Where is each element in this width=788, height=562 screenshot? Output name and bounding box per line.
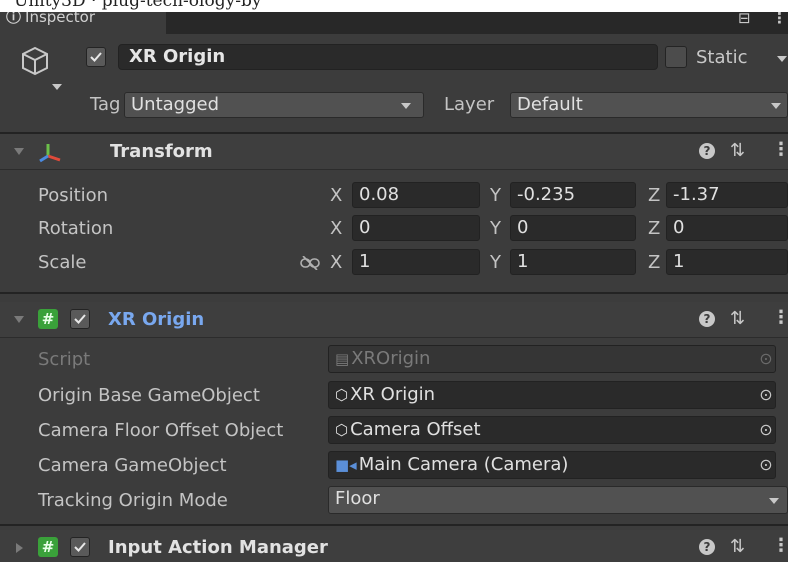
origin-base-picker-icon[interactable]: ⊙ — [756, 381, 776, 409]
presets-icon[interactable]: ⇅ — [730, 308, 745, 329]
transform-title: Transform — [110, 141, 213, 162]
camera-gameobject-label: Camera GameObject — [38, 455, 227, 476]
position-z-field[interactable]: -1.37 — [666, 182, 788, 208]
icon-dropdown-arrow-icon[interactable] — [52, 84, 62, 90]
input-action-manager-header[interactable]: # Input Action Manager ? ⇅ ⋮ — [0, 530, 788, 562]
tag-label: Tag — [90, 94, 121, 115]
xr-origin-divider — [0, 524, 788, 526]
help-icon[interactable]: ? — [699, 539, 715, 555]
camera-gameobject-picker-icon[interactable]: ⊙ — [756, 451, 776, 479]
script-value: XROrigin — [351, 348, 431, 369]
help-icon[interactable]: ? — [699, 311, 715, 327]
info-icon: ⓘ — [6, 12, 22, 26]
xr-origin-foldout-arrow-icon[interactable] — [14, 316, 24, 323]
tracking-origin-mode-dropdown[interactable]: Floor — [328, 486, 788, 514]
position-x-field[interactable]: 0.08 — [352, 182, 480, 208]
camera-floor-offset-picker-icon[interactable]: ⊙ — [756, 416, 776, 444]
position-label: Position — [38, 185, 109, 206]
clipped-header-text: Unity3D · plug-tech-ology-by — [14, 0, 262, 11]
gameobject-cube-icon — [22, 46, 48, 76]
static-checkbox[interactable] — [665, 46, 687, 68]
scale-y-field[interactable]: 1 — [510, 249, 636, 275]
input-action-manager-enabled-checkbox[interactable] — [70, 537, 90, 557]
transform-header[interactable]: Transform ? ⇅ ⋮ — [0, 134, 788, 170]
position-x-axis-label[interactable]: X — [330, 185, 342, 206]
layer-dropdown[interactable]: Default — [510, 92, 788, 118]
script-label: Script — [38, 349, 91, 370]
layer-dropdown-value: Default — [517, 94, 583, 115]
layer-dropdown-arrow-icon — [771, 103, 781, 109]
static-label: Static — [696, 47, 748, 68]
checkmark-icon — [74, 542, 86, 552]
clipped-page-header: Unity3D · plug-tech-ology-by — [0, 0, 788, 12]
gameobject-header: XR Origin Static Tag Untagged Layer Defa… — [0, 34, 788, 132]
tracking-dropdown-arrow-icon — [769, 498, 779, 504]
transform-foldout-arrow-icon[interactable] — [14, 148, 24, 155]
tag-dropdown-arrow-icon — [401, 103, 411, 109]
presets-icon[interactable]: ⇅ — [730, 536, 745, 557]
xr-origin-component-header[interactable]: # XR Origin ? ⇅ ⋮ — [0, 302, 788, 338]
input-action-manager-title: Input Action Manager — [108, 537, 328, 558]
camera-icon: ■◂ — [335, 456, 357, 474]
scale-label: Scale — [38, 252, 87, 273]
gameobject-name-field[interactable]: XR Origin — [118, 44, 658, 70]
lock-icon[interactable]: ⊟ — [738, 9, 751, 27]
position-y-field[interactable]: -0.235 — [510, 182, 636, 208]
unlinked-scale-icon[interactable] — [300, 256, 320, 270]
origin-base-gameobject-value: XR Origin — [350, 384, 436, 405]
origin-base-gameobject-field[interactable]: ⬡ XR Origin — [328, 381, 776, 409]
xr-origin-component-title: XR Origin — [108, 309, 205, 330]
inspector-panel: XR Origin Static Tag Untagged Layer Defa… — [0, 34, 788, 562]
camera-floor-offset-object-label: Camera Floor Offset Object — [38, 420, 284, 441]
script-object-field: ▤ XROrigin — [328, 345, 776, 373]
position-z-axis-label[interactable]: Z — [648, 185, 660, 206]
rotation-y-field[interactable]: 0 — [510, 215, 636, 241]
position-y-axis-label[interactable]: Y — [490, 185, 501, 206]
script-object-picker-icon: ⊙ — [759, 349, 773, 368]
static-dropdown-arrow-icon[interactable] — [777, 56, 787, 62]
scale-z-field[interactable]: 1 — [666, 249, 788, 275]
script-component-icon: # — [38, 309, 58, 329]
layer-label: Layer — [444, 94, 495, 115]
tab-inspector[interactable]: ⓘ Inspector — [0, 12, 166, 34]
origin-base-gameobject-label: Origin Base GameObject — [38, 385, 260, 406]
component-menu-icon[interactable]: ⋮ — [772, 139, 788, 160]
kebab-menu-icon[interactable]: ⋮ — [772, 9, 787, 27]
camera-floor-offset-object-field[interactable]: ⬡ Camera Offset — [328, 416, 776, 444]
tracking-origin-mode-label: Tracking Origin Mode — [38, 490, 228, 511]
tag-dropdown[interactable]: Untagged — [124, 92, 424, 118]
rotation-z-field[interactable]: 0 — [666, 215, 788, 241]
camera-gameobject-value: Main Camera (Camera) — [358, 454, 569, 475]
scale-x-axis-label[interactable]: X — [330, 252, 342, 273]
rotation-y-axis-label[interactable]: Y — [490, 218, 501, 239]
rotation-z-axis-label[interactable]: Z — [648, 218, 660, 239]
camera-floor-offset-object-value: Camera Offset — [350, 419, 481, 440]
gameobject-icon: ⬡ — [335, 386, 349, 404]
component-menu-icon[interactable]: ⋮ — [772, 535, 788, 556]
xr-origin-enabled-checkbox[interactable] — [70, 309, 90, 329]
script-icon: ▤ — [335, 350, 350, 368]
tab-inspector-label: Inspector — [25, 12, 95, 26]
checkmark-icon — [90, 52, 102, 62]
component-menu-icon[interactable]: ⋮ — [772, 307, 788, 328]
transform-axes-icon — [39, 144, 61, 163]
camera-gameobject-field[interactable]: ■◂ Main Camera (Camera) — [328, 451, 776, 479]
tag-dropdown-value: Untagged — [131, 94, 220, 115]
gameobject-icon: ⬡ — [335, 421, 349, 439]
script-component-icon: # — [38, 537, 58, 557]
help-icon[interactable]: ? — [699, 143, 715, 159]
transform-divider — [0, 292, 788, 294]
rotation-x-field[interactable]: 0 — [352, 215, 480, 241]
inspector-tab-bar: ⓘ Inspector ⊟ ⋮ — [0, 9, 788, 34]
input-action-manager-foldout-arrow-icon[interactable] — [16, 543, 23, 553]
presets-icon[interactable]: ⇅ — [730, 140, 745, 161]
scale-z-axis-label[interactable]: Z — [648, 252, 660, 273]
rotation-label: Rotation — [38, 218, 114, 239]
active-checkbox[interactable] — [86, 47, 106, 67]
rotation-x-axis-label[interactable]: X — [330, 218, 342, 239]
scale-x-field[interactable]: 1 — [352, 249, 480, 275]
tracking-origin-mode-value: Floor — [335, 488, 380, 509]
scale-y-axis-label[interactable]: Y — [490, 252, 501, 273]
checkmark-icon — [74, 314, 86, 324]
